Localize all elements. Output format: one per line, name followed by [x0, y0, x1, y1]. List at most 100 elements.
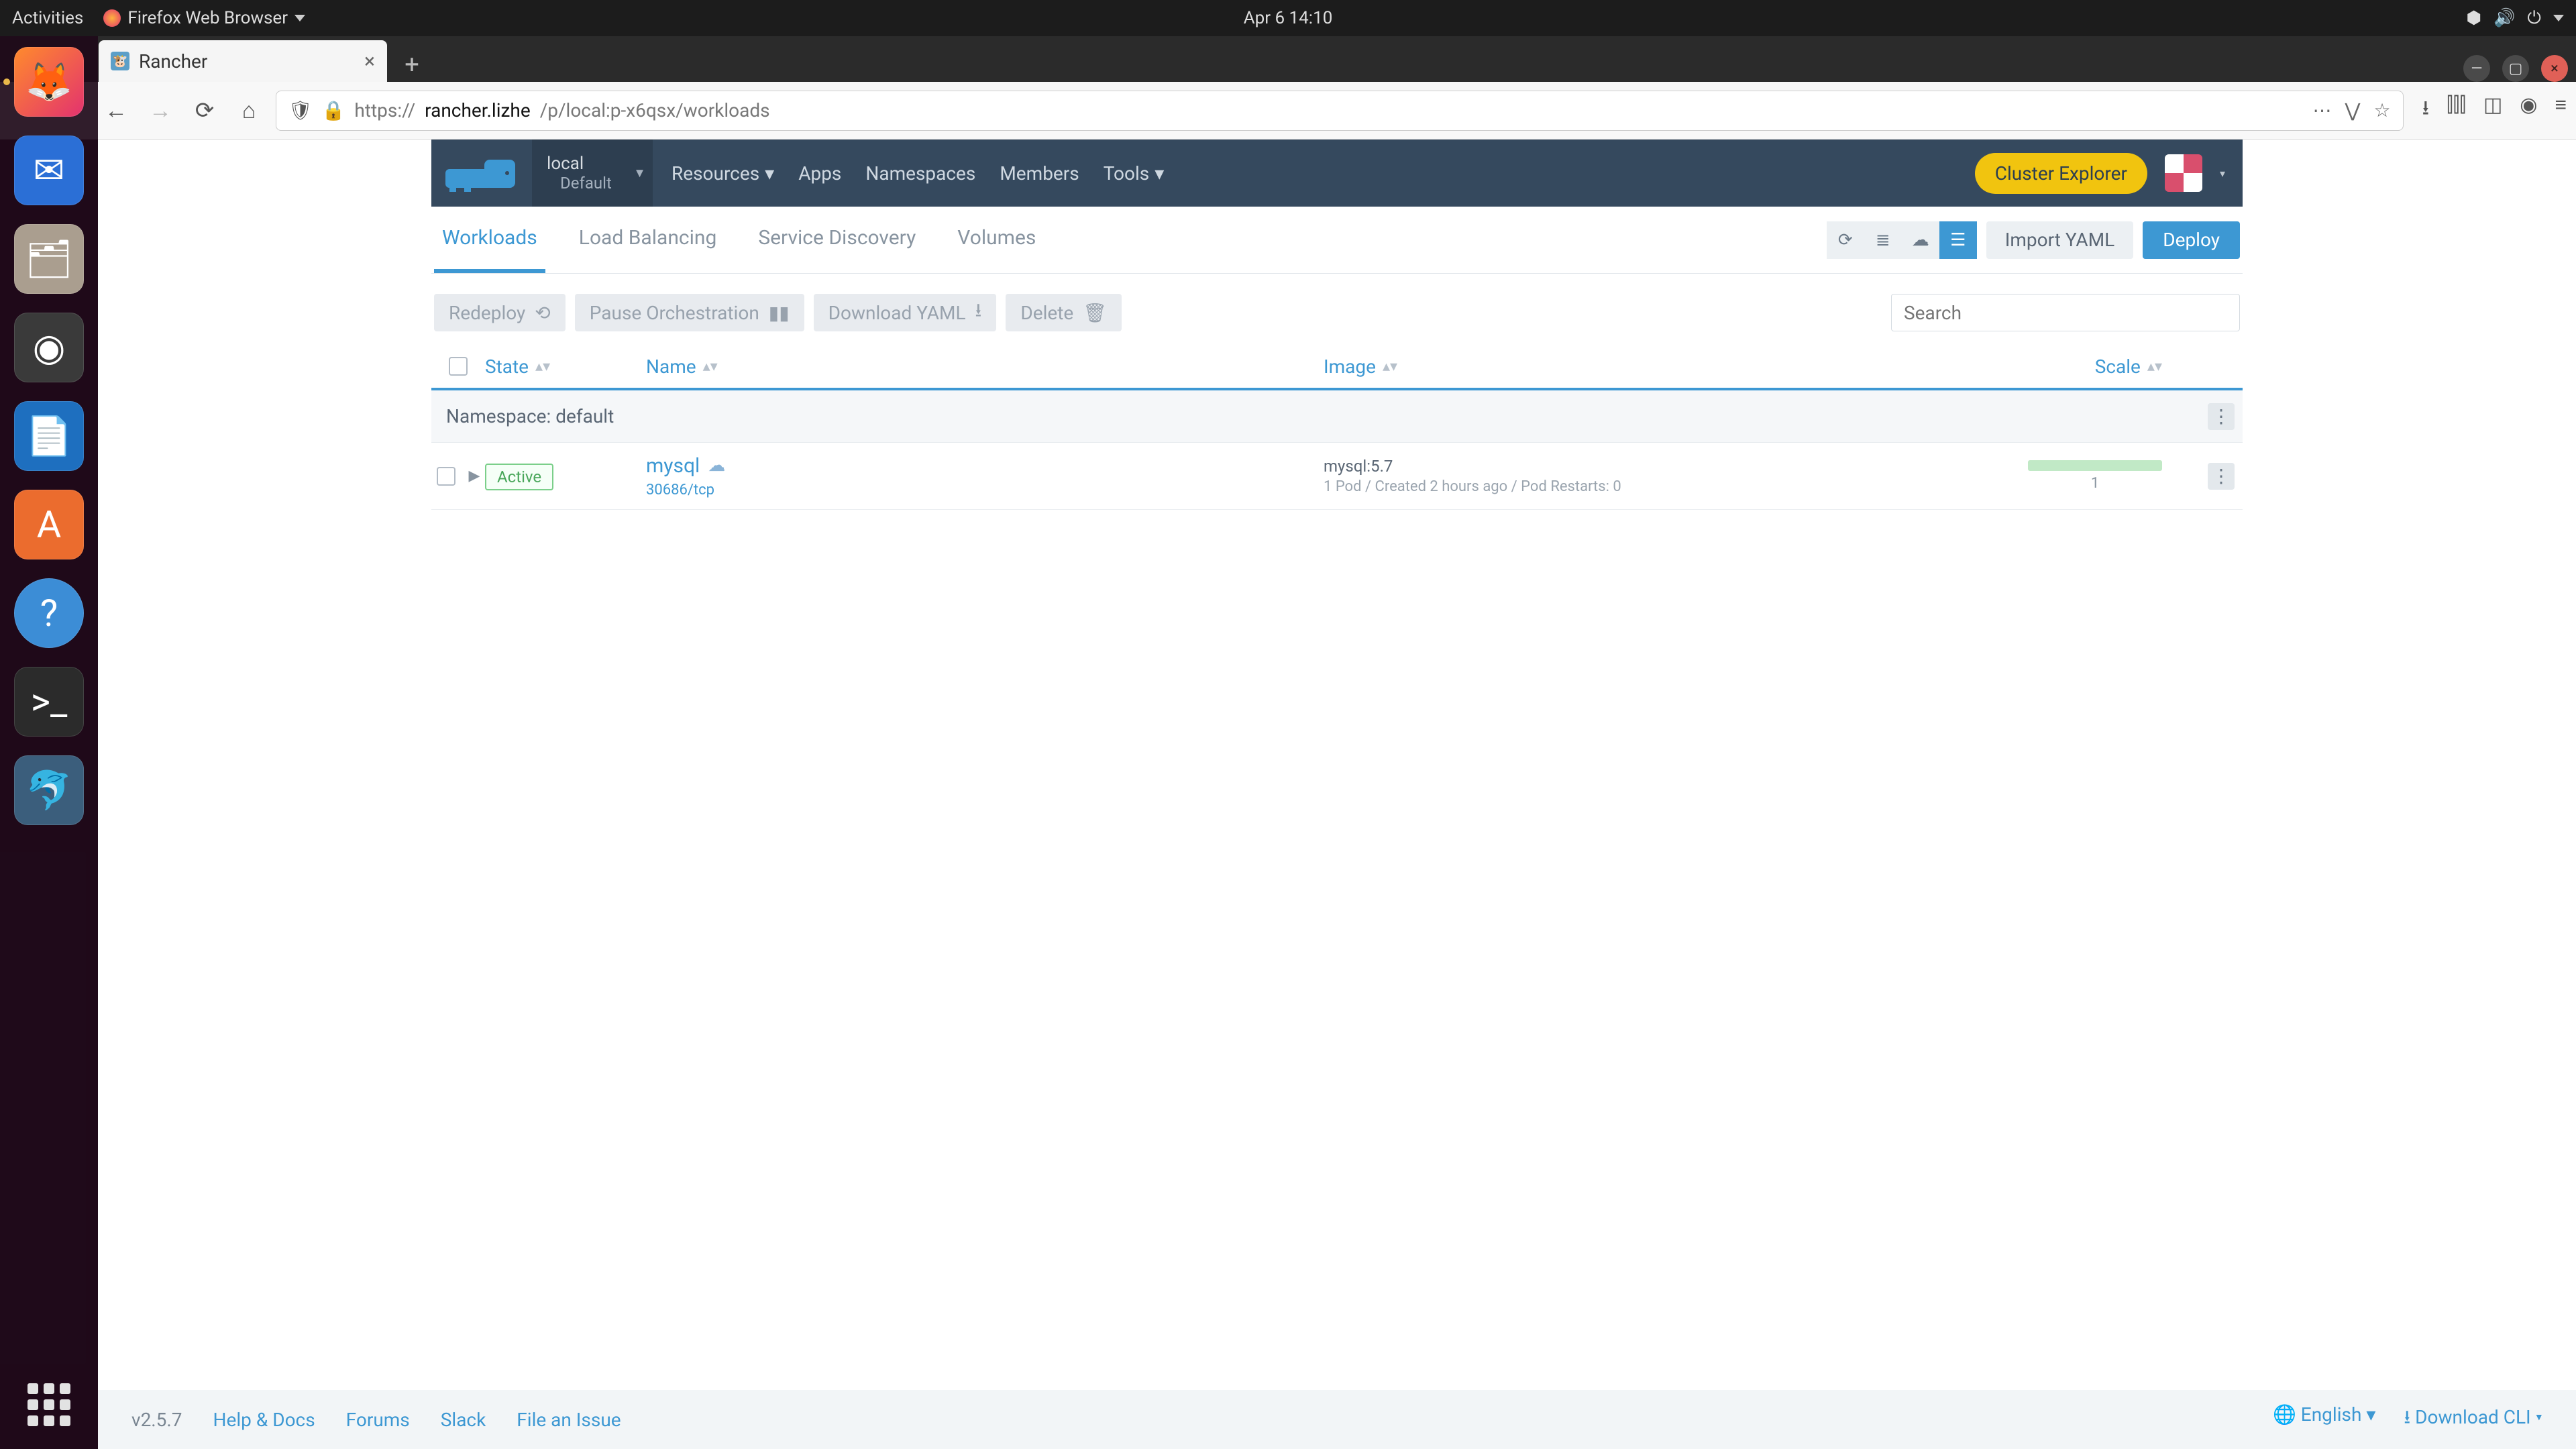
download-cli-link[interactable]: ⭳ Download CLI ▾	[2404, 1403, 2542, 1436]
menu-icon[interactable]: ≡	[2555, 93, 2567, 127]
namespace-group-header: Namespace: default ⋮	[431, 390, 2243, 443]
nav-members[interactable]: Members	[1000, 162, 1079, 184]
table-row: ▶ Active mysql ☁ 30686/tcp mysql:5.7 1 P…	[431, 443, 2243, 510]
bulk-pause-button[interactable]: Pause Orchestration▮▮	[575, 294, 804, 331]
dock-terminal[interactable]: >_	[14, 667, 84, 737]
tab-workloads[interactable]: Workloads	[434, 207, 545, 273]
view-refresh-button[interactable]: ⟳	[1827, 221, 1864, 259]
nav-namespaces[interactable]: Namespaces	[865, 162, 975, 184]
page-actions-icon[interactable]: ⋯	[2313, 99, 2332, 121]
language-selector[interactable]: 🌐 English ▾	[2273, 1403, 2375, 1436]
view-grouped-button[interactable]: ☰	[1939, 221, 1977, 259]
power-icon[interactable]: ⏻	[2527, 8, 2541, 29]
bulk-delete-button[interactable]: Delete🗑	[1006, 294, 1121, 331]
workload-port-link[interactable]: 30686/tcp	[646, 482, 1324, 498]
user-avatar[interactable]	[2165, 154, 2202, 192]
cluster-project-selector[interactable]: local Default ▾	[532, 140, 653, 207]
sidebar-icon[interactable]: ◫	[2483, 93, 2502, 127]
footer-forums-link[interactable]: Forums	[346, 1409, 410, 1431]
chevron-down-icon: ▾	[765, 162, 774, 184]
row-actions-menu[interactable]: ⋮	[2208, 463, 2235, 490]
search-input[interactable]	[1891, 294, 2240, 331]
column-image[interactable]: Image▴▾	[1324, 356, 1994, 378]
group-actions-menu[interactable]: ⋮	[2208, 403, 2235, 430]
sort-icon: ▴▾	[1383, 364, 1397, 370]
tab-volumes[interactable]: Volumes	[949, 207, 1044, 273]
nav-apps[interactable]: Apps	[798, 162, 841, 184]
tab-load-balancing[interactable]: Load Balancing	[571, 207, 725, 273]
app-menu-button[interactable]: Firefox Web Browser	[103, 8, 305, 28]
rancher-footer: v2.5.7 Help & Docs Forums Slack File an …	[98, 1390, 2576, 1449]
column-state[interactable]: State▴▾	[485, 356, 646, 378]
chevron-down-icon: ▾	[636, 165, 643, 182]
chevron-down-icon	[294, 15, 305, 21]
ubuntu-dock: 🦊 ✉ 🗂 ◉ 📄 A ? >_ 🐬	[0, 36, 98, 1449]
expand-row-icon[interactable]: ▶	[469, 468, 480, 484]
window-close-button[interactable]: ×	[2541, 55, 2568, 82]
sort-icon: ▴▾	[535, 364, 550, 370]
sort-icon: ▴▾	[703, 364, 718, 370]
dock-ubuntu-software[interactable]: A	[14, 490, 84, 559]
cluster-explorer-button[interactable]: Cluster Explorer	[1975, 153, 2147, 194]
footer-slack-link[interactable]: Slack	[441, 1409, 486, 1431]
workload-name-link[interactable]: mysql ☁	[646, 454, 1324, 478]
downloads-icon[interactable]: ⭳	[2422, 93, 2430, 127]
lock-warning-icon[interactable]: 🔒	[322, 99, 345, 121]
download-icon: ⭳	[2404, 1406, 2410, 1428]
clock[interactable]: Apr 6 14:10	[1244, 8, 1333, 28]
tab-close-button[interactable]: ×	[364, 50, 375, 73]
new-tab-button[interactable]: +	[395, 48, 429, 82]
address-bar[interactable]: 🛡 🔒 https://rancher.lizhe/p/local:p-x6qs…	[276, 91, 2404, 131]
user-menu-chevron-icon[interactable]: ▾	[2220, 167, 2225, 180]
nav-tools[interactable]: Tools ▾	[1104, 162, 1165, 184]
primary-nav: Resources ▾ Apps Namespaces Members Tool…	[653, 162, 1164, 184]
cloud-icon: ☁	[708, 455, 725, 476]
dock-rhythmbox[interactable]: ◉	[14, 313, 84, 382]
import-yaml-button[interactable]: Import YAML	[1986, 221, 2133, 259]
browser-tab-rancher[interactable]: 🐮 Rancher ×	[99, 40, 387, 82]
window-controls: — ▢ ×	[2463, 55, 2568, 82]
dock-help[interactable]: ?	[14, 578, 84, 648]
workloads-table: State▴▾ Name▴▾ Image▴▾ Scale▴▾ Namespace…	[431, 345, 2243, 510]
pocket-icon[interactable]: ⋁	[2345, 99, 2361, 121]
footer-help-link[interactable]: Help & Docs	[213, 1409, 315, 1431]
column-name[interactable]: Name▴▾	[646, 356, 1324, 378]
bookmark-star-icon[interactable]: ☆	[2374, 99, 2391, 121]
system-menu-chevron-icon[interactable]	[2553, 15, 2564, 21]
nav-back-button[interactable]: ←	[99, 93, 133, 128]
tab-service-discovery[interactable]: Service Discovery	[750, 207, 924, 273]
bulk-redeploy-button[interactable]: Redeploy⟲	[434, 294, 566, 331]
shield-icon[interactable]: 🛡	[288, 99, 313, 121]
account-icon[interactable]: ◉	[2520, 93, 2537, 127]
window-maximize-button[interactable]: ▢	[2502, 55, 2529, 82]
footer-file-issue-link[interactable]: File an Issue	[517, 1409, 621, 1431]
row-checkbox[interactable]	[437, 467, 455, 486]
window-minimize-button[interactable]: —	[2463, 55, 2490, 82]
nav-forward-button[interactable]: →	[143, 93, 178, 128]
dock-libreoffice-writer[interactable]: 📄	[14, 401, 84, 471]
network-icon[interactable]: ⬢	[2466, 8, 2481, 28]
activities-button[interactable]: Activities	[12, 8, 83, 28]
library-icon[interactable]: ⫿⫿⫿	[2447, 93, 2466, 127]
dock-files[interactable]: 🗂	[14, 224, 84, 294]
tab-strip: 🐮 Rancher × + — ▢ ×	[0, 36, 2576, 82]
deploy-button[interactable]: Deploy	[2143, 221, 2240, 259]
nav-home-button[interactable]: ⌂	[231, 93, 266, 128]
dock-mysql-workbench[interactable]: 🐬	[14, 755, 84, 825]
view-cloud-button[interactable]: ☁	[1902, 221, 1939, 259]
column-scale[interactable]: Scale▴▾	[1994, 356, 2243, 378]
volume-icon[interactable]: 🔊	[2493, 8, 2515, 28]
view-toggle-group: ⟳ ≣ ☁ ☰	[1827, 221, 1977, 259]
dock-firefox[interactable]: 🦊	[14, 47, 84, 117]
dock-thunderbird[interactable]: ✉	[14, 136, 84, 205]
show-applications-button[interactable]	[28, 1383, 70, 1426]
select-all-checkbox[interactable]	[449, 357, 468, 376]
nav-reload-button[interactable]: ⟳	[187, 93, 222, 128]
rancher-logo[interactable]	[431, 140, 532, 207]
trash-icon: 🗑	[1083, 302, 1107, 324]
bulk-download-yaml-button[interactable]: Download YAML⭳	[814, 294, 997, 331]
table-header: State▴▾ Name▴▾ Image▴▾ Scale▴▾	[431, 345, 2243, 390]
redeploy-icon: ⟲	[535, 302, 550, 324]
nav-resources[interactable]: Resources ▾	[672, 162, 774, 184]
view-list-button[interactable]: ≣	[1864, 221, 1902, 259]
